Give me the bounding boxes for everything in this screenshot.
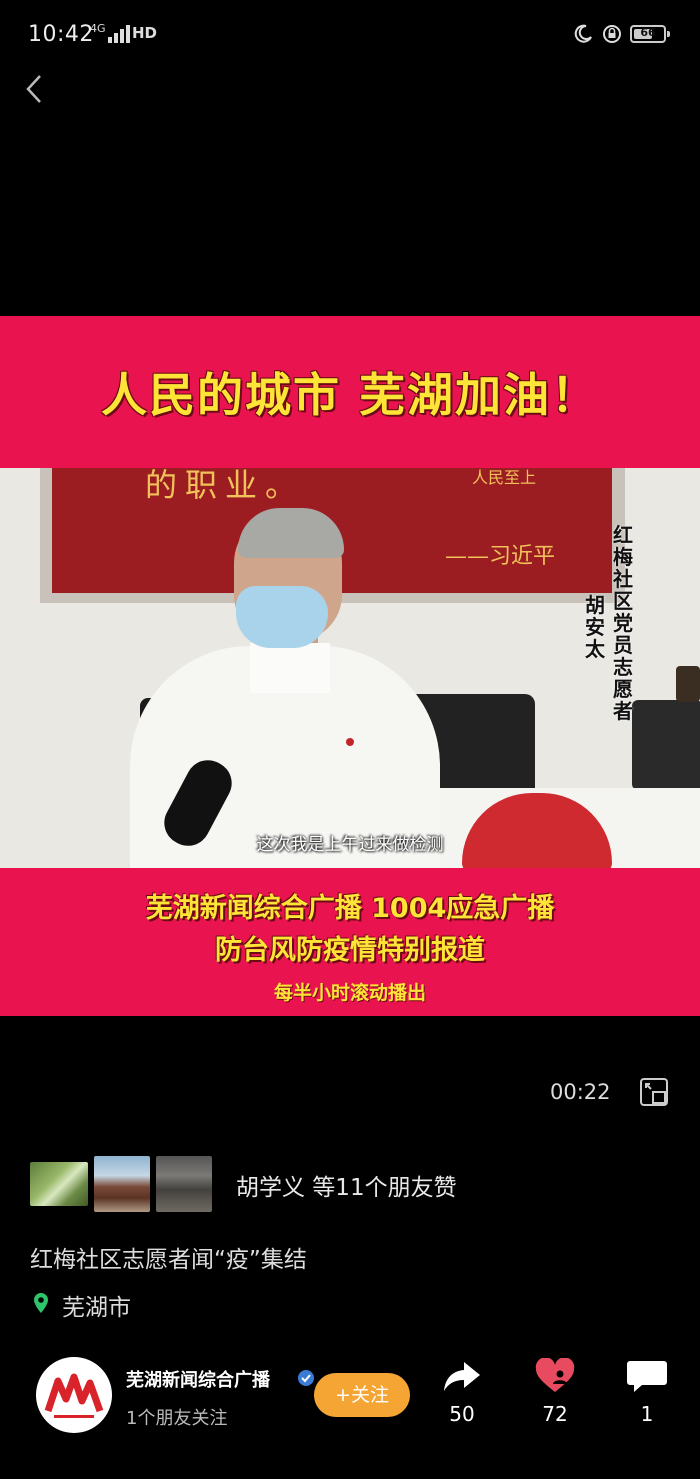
board-quote-right: 人民至上	[472, 468, 537, 487]
hd-indicator: HD	[132, 24, 158, 42]
account-followers: 1个朋友关注	[126, 1408, 228, 1429]
comment-count: 1	[640, 1402, 654, 1426]
status-bar: 10:42 4G HD 66	[0, 0, 700, 70]
moon-icon	[574, 24, 592, 43]
board-signature: ——习近平	[445, 544, 556, 569]
share-count: 50	[449, 1402, 475, 1426]
network-type: 4G	[90, 22, 106, 35]
lock-rotation-icon	[603, 25, 621, 43]
location-label: 芜湖市	[62, 1295, 131, 1321]
caption-name: 胡安太	[585, 593, 605, 661]
comment-button[interactable]: 1	[615, 1358, 679, 1426]
video-subtitle: 这次我是上午过来做检测	[256, 835, 444, 855]
battery-level: 66	[640, 26, 656, 39]
liker-avatar[interactable]	[94, 1156, 150, 1212]
follow-button[interactable]: +关注	[314, 1373, 410, 1417]
bottom-banner-line1: 芜湖新闻综合广播 1004应急广播	[145, 893, 555, 924]
share-button[interactable]: 50	[430, 1358, 494, 1426]
fullscreen-button[interactable]	[638, 1076, 670, 1108]
caption-role: 红梅社区党员志愿者	[613, 523, 633, 723]
status-time: 10:42	[28, 22, 94, 47]
battery-icon: 66	[630, 25, 666, 43]
board-quote: 的职业。	[145, 468, 306, 504]
video-top-banner: 人民的城市 芜湖加油！	[0, 316, 700, 468]
person-collar	[250, 643, 330, 693]
chevron-left-icon	[26, 75, 41, 103]
likes-row[interactable]: 胡学义 等11个朋友赞	[30, 1156, 690, 1216]
liker-avatar[interactable]	[30, 1162, 88, 1206]
fullscreen-icon	[640, 1078, 668, 1106]
comment-icon	[627, 1361, 667, 1392]
bottom-banner-line2: 防台风防疫情特别报道	[215, 935, 485, 966]
video-post-screen: 10:42 4G HD 66 人民的城市 芜湖加油！ 的职业。 人民至上 ——习…	[0, 0, 700, 1479]
battery-tip	[667, 31, 670, 37]
post-title: 红梅社区志愿者闻“疫”集结	[30, 1247, 307, 1273]
account-name[interactable]: 芜湖新闻综合广播	[126, 1366, 270, 1392]
account-avatar[interactable]	[36, 1357, 112, 1433]
likes-summary[interactable]: 胡学义 等11个朋友赞	[236, 1168, 457, 1202]
top-banner-text: 人民的城市 芜湖加油！	[100, 368, 599, 422]
verified-badge-icon	[298, 1370, 314, 1386]
heart-icon	[535, 1358, 575, 1392]
video-player[interactable]: 人民的城市 芜湖加油！ 的职业。 人民至上 ——习近平 红梅社区党员志愿者 胡安…	[0, 316, 700, 1016]
speaker	[676, 666, 700, 702]
chair-far	[632, 700, 700, 790]
video-scene: 的职业。 人民至上 ——习近平 红梅社区党员志愿者 胡安太 这次我是上午过来做检…	[0, 468, 700, 868]
share-icon	[444, 1362, 480, 1391]
party-pin	[346, 738, 354, 746]
back-button[interactable]	[18, 70, 54, 110]
signal-icon	[108, 25, 130, 43]
station-logo-icon	[37, 1358, 111, 1432]
like-button[interactable]: 72	[523, 1358, 587, 1426]
liker-avatar[interactable]	[156, 1156, 212, 1212]
location-pin-icon	[34, 1293, 48, 1313]
bottom-banner-line3: 每半小时滚动播出	[273, 982, 426, 1004]
video-elapsed-time: 00:22	[550, 1080, 611, 1104]
like-count: 72	[542, 1402, 568, 1426]
face-mask	[236, 586, 328, 648]
video-bottom-banner: 芜湖新闻综合广播 1004应急广播 防台风防疫情特别报道 每半小时滚动播出	[0, 868, 700, 1016]
